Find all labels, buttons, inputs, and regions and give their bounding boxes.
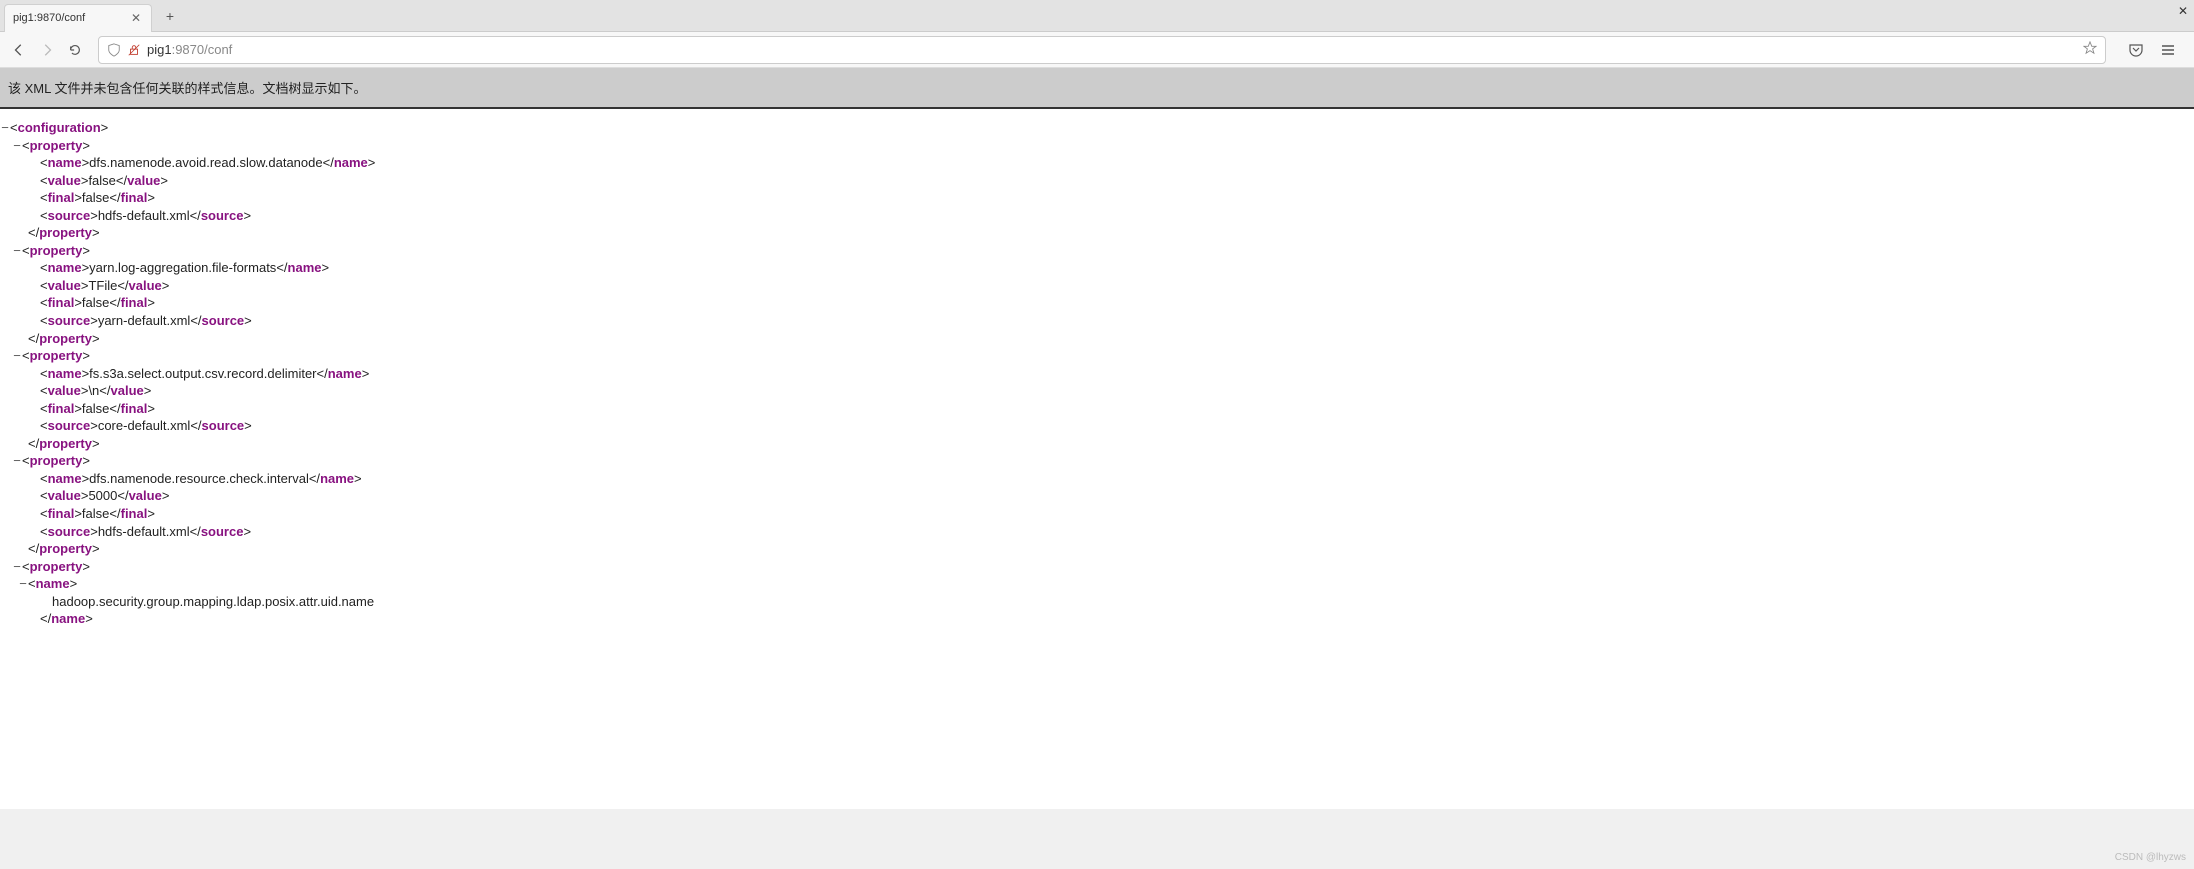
xml-property-open[interactable]: −<property> bbox=[6, 452, 2188, 470]
xml-final-line: <final>false</final> bbox=[6, 189, 2188, 207]
shield-icon[interactable] bbox=[107, 43, 121, 57]
xml-value-line: <value>\n</value> bbox=[6, 382, 2188, 400]
toolbar: pig1:9870/conf bbox=[0, 32, 2194, 68]
xml-final-line: <final>false</final> bbox=[6, 294, 2188, 312]
tab-bar: pig1:9870/conf ✕ + ✕ bbox=[0, 0, 2194, 32]
toolbar-right bbox=[2118, 40, 2186, 60]
xml-source-line: <source>hdfs-default.xml</source> bbox=[6, 523, 2188, 541]
xml-property-open[interactable]: −<property> bbox=[6, 558, 2188, 576]
xml-root-open[interactable]: −<configuration> bbox=[6, 119, 2188, 137]
xml-value-line: <value>TFile</value> bbox=[6, 277, 2188, 295]
xml-name-line: <name>dfs.namenode.resource.check.interv… bbox=[6, 470, 2188, 488]
xml-property-close: </property> bbox=[6, 435, 2188, 453]
xml-property-open[interactable]: −<property> bbox=[6, 347, 2188, 365]
xml-final-line: <final>false</final> bbox=[6, 400, 2188, 418]
xml-value-line: <value>5000</value> bbox=[6, 487, 2188, 505]
reload-button[interactable] bbox=[64, 39, 86, 61]
url-text: pig1:9870/conf bbox=[147, 42, 232, 57]
xml-property-close: </property> bbox=[6, 540, 2188, 558]
xml-name-line: <name>dfs.namenode.avoid.read.slow.datan… bbox=[6, 154, 2188, 172]
pocket-icon[interactable] bbox=[2126, 40, 2146, 60]
xml-property-open[interactable]: −<property> bbox=[6, 137, 2188, 155]
xml-info-banner: 该 XML 文件并未包含任何关联的样式信息。文档树显示如下。 bbox=[0, 68, 2194, 109]
arrow-right-icon bbox=[40, 43, 54, 57]
xml-value-line: <value>false</value> bbox=[6, 172, 2188, 190]
collapse-handle-icon[interactable]: − bbox=[12, 242, 22, 260]
xml-source-line: <source>yarn-default.xml</source> bbox=[6, 312, 2188, 330]
xml-name-line: <name>fs.s3a.select.output.csv.record.de… bbox=[6, 365, 2188, 383]
collapse-handle-icon[interactable]: − bbox=[12, 347, 22, 365]
collapse-handle-icon[interactable]: − bbox=[12, 558, 22, 576]
browser-tab[interactable]: pig1:9870/conf ✕ bbox=[4, 4, 152, 32]
collapse-handle-icon[interactable]: − bbox=[18, 575, 28, 593]
xml-property-close: </property> bbox=[6, 330, 2188, 348]
xml-source-line: <source>hdfs-default.xml</source> bbox=[6, 207, 2188, 225]
window-close-icon[interactable]: ✕ bbox=[2178, 4, 2188, 18]
arrow-left-icon bbox=[12, 43, 26, 57]
xml-name-line: <name>yarn.log-aggregation.file-formats<… bbox=[6, 259, 2188, 277]
xml-name-close: </name> bbox=[6, 610, 2188, 628]
back-button[interactable] bbox=[8, 39, 30, 61]
forward-button[interactable] bbox=[36, 39, 58, 61]
xml-tree: −<configuration> −<property><name>dfs.na… bbox=[0, 109, 2194, 809]
bookmark-star-icon[interactable] bbox=[2083, 41, 2097, 58]
collapse-handle-icon[interactable]: − bbox=[12, 137, 22, 155]
new-tab-button[interactable]: + bbox=[160, 8, 180, 24]
xml-property-close: </property> bbox=[6, 224, 2188, 242]
tab-title: pig1:9870/conf bbox=[13, 12, 129, 24]
address-bar[interactable]: pig1:9870/conf bbox=[98, 36, 2106, 64]
close-tab-icon[interactable]: ✕ bbox=[129, 11, 143, 25]
xml-source-line: <source>core-default.xml</source> bbox=[6, 417, 2188, 435]
xml-name-open[interactable]: −<name> bbox=[6, 575, 2188, 593]
collapse-handle-icon[interactable]: − bbox=[12, 452, 22, 470]
xml-property-open[interactable]: −<property> bbox=[6, 242, 2188, 260]
xml-name-text: hadoop.security.group.mapping.ldap.posix… bbox=[6, 593, 2188, 611]
reload-icon bbox=[68, 43, 82, 57]
xml-final-line: <final>false</final> bbox=[6, 505, 2188, 523]
collapse-handle-icon[interactable]: − bbox=[0, 119, 10, 137]
lock-slash-icon[interactable] bbox=[127, 43, 141, 57]
watermark: CSDN @lhyzws bbox=[2115, 852, 2186, 863]
hamburger-menu-icon[interactable] bbox=[2158, 40, 2178, 60]
